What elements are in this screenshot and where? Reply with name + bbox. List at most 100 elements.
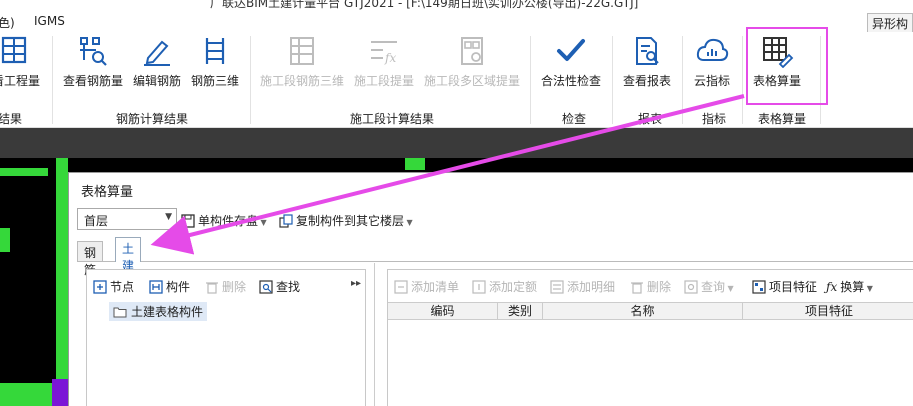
rebar-3d-button[interactable]: 钢筋三维: [189, 34, 241, 89]
menu-item-igms[interactable]: IGMS: [34, 14, 65, 28]
stage-multi-extract-label: 施工段多区域提量: [423, 74, 520, 88]
component-tree-pane: 节点 构件 删除 查找 ▸▸ 土建表格构件: [86, 269, 366, 406]
item-feature-label: 项目特征: [769, 280, 818, 294]
check-mark-icon: [557, 39, 585, 61]
ribbon-separator: [52, 36, 53, 124]
query-button[interactable]: 查询 ▼: [684, 278, 734, 295]
query-icon: [684, 280, 698, 294]
stage-multi-icon: [461, 37, 483, 65]
copy-to-floor-button[interactable]: 复制构件到其它楼层 ▼: [279, 212, 413, 229]
ribbon-separator: [530, 36, 531, 124]
add-node-label: 节点: [110, 280, 135, 294]
component-icon: [149, 280, 163, 294]
group-label-report: 报表: [638, 112, 663, 126]
table-sigma-icon: [1, 36, 27, 64]
cloud-metric-icon: [696, 38, 729, 61]
view-rebar-quantity-label: 查看钢筋量: [62, 74, 123, 88]
add-node-button[interactable]: 节点: [93, 278, 134, 295]
view-rebar-quantity-button[interactable]: 查看钢筋量: [60, 34, 126, 89]
chevron-down-icon: ▼: [165, 212, 172, 222]
query-label: 查询: [701, 280, 726, 294]
add-component-button[interactable]: 构件: [149, 278, 190, 295]
validity-check-label: 合法性检查: [540, 74, 601, 88]
window-title-bar: 广联达BIM土建计量平台 GTJ2021 - [F:\149期日班\实训办公楼(…: [0, 0, 913, 10]
rebar-3d-icon: [205, 38, 225, 64]
stage-rebar-3d-label: 施工段钢筋三维: [259, 74, 344, 88]
ribbon-separator: [682, 36, 683, 124]
column-header-type[interactable]: 类别: [498, 303, 543, 320]
rebar-view-icon: [80, 37, 107, 66]
edit-rebar-button[interactable]: 编辑钢筋: [131, 34, 183, 89]
tree-item-civil-table-component[interactable]: 土建表格构件: [109, 302, 208, 321]
single-build-save-button[interactable]: 单构件存盘 ▼: [181, 212, 267, 229]
add-detail-button[interactable]: 添加明细: [550, 278, 615, 295]
canvas-toolbar-strip: [0, 128, 913, 158]
cloud-metric-button[interactable]: 云指标: [690, 34, 734, 89]
add-bill-button[interactable]: 添加清单: [394, 278, 459, 295]
canvas-green-block: [0, 228, 10, 252]
add-detail-label: 添加明细: [567, 280, 616, 294]
rebar-3d-label: 钢筋三维: [190, 74, 239, 88]
find-label: 查找: [276, 280, 301, 294]
menu-item-color[interactable]: 色): [0, 14, 15, 31]
bill-list-pane: 添加清单 添加定额 添加明细 删除 查询 ▼ 项目特征 ƒx 换算 ▼ 编码 类…: [387, 269, 913, 406]
view-quantity-button[interactable]: 看工程量: [0, 34, 44, 89]
cloud-metric-label: 云指标: [693, 74, 730, 88]
convert-label: 换算: [840, 280, 865, 294]
more-tools-icon[interactable]: ▸▸: [351, 278, 361, 289]
pen-edit-icon: [144, 40, 170, 66]
ribbon-separator: [742, 36, 743, 124]
tab-civil[interactable]: 土建: [115, 237, 142, 273]
find-icon: [259, 280, 273, 294]
group-label-stage-result: 施工段计算结果: [350, 112, 435, 126]
view-quantity-label: 看工程量: [0, 74, 40, 88]
stage-multi-extract-button[interactable]: 施工段多区域提量: [422, 34, 522, 89]
group-label-result: 结果: [0, 112, 23, 126]
delete-node-label: 删除: [222, 280, 247, 294]
add-bill-label: 添加清单: [411, 280, 460, 294]
canvas-green-bottom: [0, 383, 60, 406]
stage-rebar-3d-button[interactable]: 施工段钢筋三维: [257, 34, 347, 89]
group-label-check: 检查: [562, 112, 587, 126]
pane-splitter[interactable]: [374, 263, 375, 406]
single-build-save-label: 单构件存盘: [198, 214, 259, 228]
add-quota-label: 添加定额: [489, 280, 538, 294]
fx-icon: ƒx: [826, 280, 838, 294]
folder-icon: [113, 307, 127, 318]
delete-row-button[interactable]: 删除: [630, 278, 671, 295]
tab-rebar[interactable]: 钢筋: [77, 241, 104, 277]
svg-text:fx: fx: [384, 51, 396, 65]
copy-icon: [279, 214, 293, 228]
save-component-icon: [181, 214, 195, 228]
column-header-code[interactable]: 编码: [388, 303, 498, 320]
group-label-table-quantity: 表格算量: [758, 112, 807, 126]
stage-rebar-3d-icon: [290, 37, 314, 65]
tree-item-label: 土建表格构件: [131, 305, 204, 319]
floor-select-value: 首层: [84, 214, 109, 228]
canvas-green-beam: [0, 168, 48, 176]
bill-table-header: 编码 类别 名称 项目特征: [388, 302, 913, 320]
view-report-label: 查看报表: [622, 74, 671, 88]
special-shape-button[interactable]: 异形构: [866, 13, 913, 34]
group-label-rebar-result: 钢筋计算结果: [116, 112, 189, 126]
report-search-icon: [636, 37, 659, 65]
column-header-name[interactable]: 名称: [543, 303, 743, 320]
ribbon-separator: [612, 36, 613, 124]
validity-check-button[interactable]: 合法性检查: [538, 34, 604, 89]
add-quota-icon: [472, 280, 486, 294]
add-quota-button[interactable]: 添加定额: [472, 278, 537, 295]
copy-to-floor-label: 复制构件到其它楼层: [296, 214, 405, 228]
column-header-feature[interactable]: 项目特征: [743, 303, 913, 320]
item-feature-button[interactable]: 项目特征: [752, 278, 817, 295]
find-button[interactable]: 查找: [259, 278, 300, 295]
tab-divider: [77, 261, 913, 262]
floor-select[interactable]: 首层 ▼: [77, 208, 177, 230]
view-report-button[interactable]: 查看报表: [620, 34, 674, 89]
dialog-title: 表格算量: [81, 185, 134, 200]
canvas-green-column: [56, 158, 68, 406]
delete-row-label: 删除: [647, 280, 672, 294]
window-title: 广联达BIM土建计量平台 GTJ2021 - [F:\149期日班\实训办公楼(…: [210, 0, 639, 10]
delete-node-button[interactable]: 删除: [205, 278, 246, 295]
stage-extract-button[interactable]: fx 施工段提量: [352, 34, 416, 89]
convert-button[interactable]: ƒx 换算 ▼: [826, 278, 873, 295]
